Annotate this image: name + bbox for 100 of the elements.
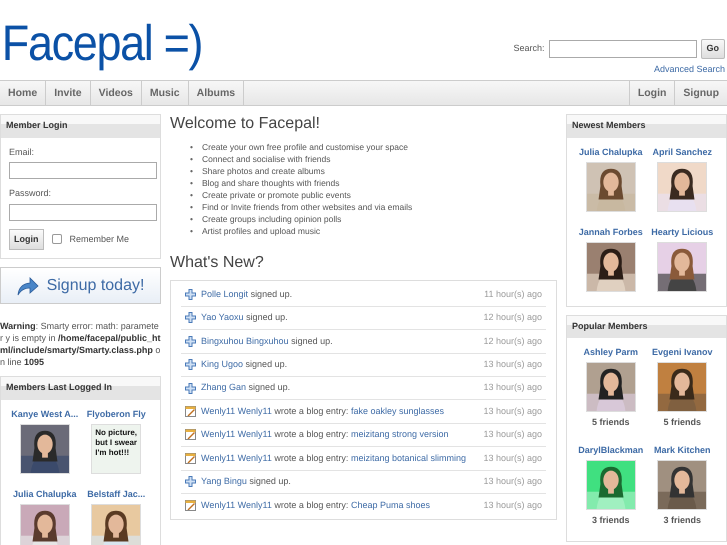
time-ago: 12 hour(s) ago: [483, 311, 542, 324]
notepad-icon: [185, 406, 196, 418]
plus-icon: [185, 289, 196, 300]
nav-link[interactable]: Signup: [674, 81, 727, 105]
panel-title: Newest Members: [567, 115, 726, 138]
plus-icon: [185, 359, 196, 370]
remember-label: Remember Me: [70, 232, 130, 246]
nav-link[interactable]: Music: [142, 81, 189, 105]
member-name-link[interactable]: Hearty Licious: [651, 226, 714, 238]
nav-link[interactable]: Login: [628, 81, 674, 105]
friend-count: 3 friends: [663, 514, 701, 526]
signup-banner[interactable]: Signup today!: [0, 267, 161, 304]
member-name-link[interactable]: Ashley Parm: [583, 346, 638, 358]
activity-text: wrote a blog entry:: [274, 429, 348, 440]
member-name-link[interactable]: Mark Kitchen: [654, 444, 710, 456]
panel-title: Popular Members: [567, 316, 726, 338]
activity-text: signed up.: [246, 358, 288, 369]
feature-item: Find or Invite friends from other websites and via emails: [202, 201, 412, 214]
password-field[interactable]: [9, 204, 157, 220]
blog-entry-link[interactable]: Cheap Puma shoes: [350, 500, 430, 510]
member-name-link[interactable]: Jannah Forbes: [578, 226, 643, 238]
plus-icon: [185, 382, 196, 394]
plus-icon: [185, 336, 196, 347]
feature-item: Create groups including opinion polls: [202, 213, 342, 226]
whats-new-heading: What's New?: [170, 253, 265, 272]
member-name-link[interactable]: Evgeni Ivanov: [652, 346, 713, 358]
activity-text: signed up.: [250, 288, 292, 299]
password-label: Password:: [9, 187, 52, 200]
user-link[interactable]: Yao Yaoxu: [201, 312, 244, 322]
time-ago: 11 hour(s) ago: [484, 288, 542, 301]
member-name-link[interactable]: April Sanchez: [652, 146, 712, 158]
activity-text: wrote a blog entry:: [274, 452, 348, 463]
member-name-link[interactable]: DarylBlackman: [578, 444, 644, 456]
time-ago: 12 hour(s) ago: [483, 334, 542, 348]
plus-icon: [185, 312, 196, 324]
member-name-link[interactable]: Flyoberon Fly: [86, 408, 146, 420]
friend-count: 3 friends: [592, 514, 630, 526]
user-link[interactable]: King Ugoo: [201, 358, 244, 369]
member-name-link[interactable]: Kanye West A...: [11, 408, 78, 420]
nav-link[interactable]: Videos: [90, 81, 142, 105]
activity-text: wrote a blog entry:: [274, 406, 348, 416]
time-ago: 13 hour(s) ago: [483, 381, 542, 394]
friend-count: 5 friends: [663, 416, 701, 429]
user-link[interactable]: Polle Longit: [201, 288, 248, 299]
blog-entry-link[interactable]: meizitang botanical slimming: [350, 452, 466, 463]
friend-count: 5 friends: [592, 416, 630, 429]
notepad-icon: [185, 452, 196, 464]
activity-text: signed up.: [291, 336, 333, 346]
panel-title: Members Last Logged In: [1, 377, 160, 400]
go-button[interactable]: Go: [700, 39, 725, 58]
plus-icon: [185, 476, 196, 488]
blog-entry-link[interactable]: meizitang strong version: [350, 429, 448, 440]
user-link[interactable]: Wenly11 Wenly11: [201, 452, 272, 463]
panel-title: Member Login: [1, 115, 160, 138]
activity-text: signed up.: [249, 476, 291, 486]
time-ago: 13 hour(s) ago: [483, 498, 542, 512]
site-logo[interactable]: Facepal =): [0, 0, 202, 80]
notepad-icon: [185, 429, 196, 440]
member-name-link[interactable]: Julia Chalupka: [12, 488, 77, 500]
feature-item: Connect and socialise with friends: [202, 153, 331, 166]
nav-link[interactable]: Albums: [188, 81, 244, 105]
time-ago: 13 hour(s) ago: [483, 404, 542, 418]
bullet: •: [190, 189, 194, 202]
notepad-icon: [185, 500, 196, 512]
feature-item: Create private or promote public events: [202, 189, 351, 202]
member-name-link[interactable]: Julia Chalupka: [578, 146, 643, 158]
email-field[interactable]: [9, 162, 157, 179]
activity-text: signed up.: [246, 312, 288, 322]
user-link[interactable]: Zhang Gan: [201, 382, 246, 392]
placeholder-text: No picture, but I swear I'm hot!!!: [95, 428, 138, 456]
curved-arrow-icon: [16, 276, 39, 296]
bullet: •: [190, 165, 194, 178]
email-label: Email:: [9, 146, 36, 158]
user-link[interactable]: Wenly11 Wenly11: [201, 429, 272, 440]
member-name-link[interactable]: Belstaff Jac...: [87, 488, 146, 500]
remember-checkbox[interactable]: [52, 234, 62, 244]
signup-text: Signup today!: [46, 276, 144, 296]
time-ago: 13 hour(s) ago: [483, 474, 542, 488]
search-field[interactable]: [548, 40, 696, 58]
time-ago: 13 hour(s) ago: [483, 358, 542, 371]
advanced-search-link[interactable]: Advanced Search: [654, 62, 725, 76]
time-ago: 13 hour(s) ago: [483, 428, 542, 442]
blog-entry-link[interactable]: fake oakley sunglasses: [350, 406, 444, 416]
login-button[interactable]: Login: [9, 228, 44, 250]
bullet: •: [190, 225, 194, 238]
bullet: •: [190, 177, 194, 190]
bullet: •: [190, 141, 194, 154]
user-link[interactable]: Wenly11 Wenly11: [201, 500, 272, 510]
nav-link[interactable]: Home: [0, 81, 46, 105]
bullet: •: [190, 213, 194, 226]
bullet: •: [190, 201, 194, 214]
feature-item: Create your own free profile and customise your space: [202, 141, 408, 154]
feature-item: Artist profiles and upload music: [202, 225, 320, 238]
bullet: •: [190, 153, 194, 166]
search-label: Search:: [513, 42, 544, 55]
user-link[interactable]: Wenly11 Wenly11: [201, 406, 272, 416]
feature-item: Blog and share thoughts with friends: [202, 177, 340, 190]
user-link[interactable]: Bingxuhou Bingxuhou: [201, 336, 289, 346]
nav-link[interactable]: Invite: [46, 81, 91, 105]
user-link[interactable]: Yang Bingu: [201, 476, 247, 486]
